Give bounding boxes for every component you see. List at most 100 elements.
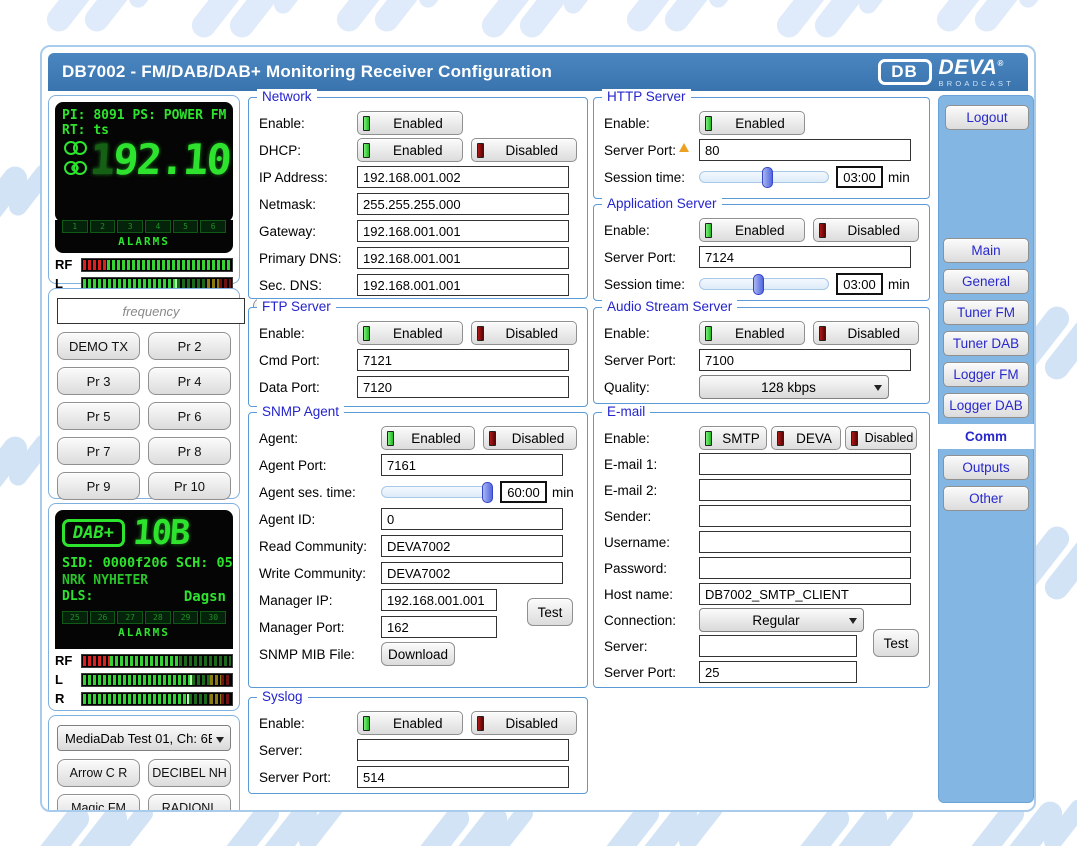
email1-field[interactable]: [699, 453, 911, 475]
snmp-session-slider[interactable]: [381, 486, 493, 498]
username-field[interactable]: [699, 531, 911, 553]
fm-alarm-cell: 4: [145, 220, 171, 233]
email-test-button[interactable]: Test: [873, 629, 919, 657]
host-name-field[interactable]: [699, 583, 911, 605]
chevron-down-icon: [849, 618, 857, 628]
http-enabled-button[interactable]: Enabled: [699, 111, 805, 135]
dhcp-disabled-button[interactable]: Disabled: [471, 138, 578, 162]
email-smtp-button[interactable]: SMTP: [699, 426, 767, 450]
dhcp-enabled-button[interactable]: Enabled: [357, 138, 463, 162]
app-enabled-button[interactable]: Enabled: [699, 218, 805, 242]
syslog-server-field[interactable]: [357, 739, 569, 761]
dab-preset-button[interactable]: DECIBEL NH: [148, 759, 231, 787]
http-session-slider[interactable]: [699, 171, 829, 183]
network-enabled-button[interactable]: Enabled: [357, 111, 463, 135]
snmp-mib-download-button[interactable]: Download: [381, 642, 455, 666]
fm-preset-button[interactable]: Pr 7: [57, 437, 140, 465]
deva-watermark: [350, 0, 470, 42]
email-deva-button[interactable]: DEVA: [771, 426, 841, 450]
nav-main[interactable]: Main: [943, 238, 1029, 263]
snmp-id-field[interactable]: [381, 508, 563, 530]
connection-select[interactable]: Regular: [699, 608, 864, 632]
red-led-icon: [819, 326, 826, 341]
green-led-icon: [705, 431, 712, 446]
dab-preset-button[interactable]: RADIONL: [148, 794, 231, 812]
dab-preset-button[interactable]: Arrow C R: [57, 759, 140, 787]
audio-port-label: Server Port:: [604, 353, 699, 368]
slider-thumb[interactable]: [753, 274, 764, 295]
dab-preset-button[interactable]: Magic FM: [57, 794, 140, 812]
app-disabled-button[interactable]: Disabled: [813, 218, 920, 242]
smtp-port-field[interactable]: [699, 661, 857, 683]
audio-enable-label: Enable:: [604, 326, 699, 341]
deva-watermark: [60, 0, 180, 42]
audio-disabled-button[interactable]: Disabled: [813, 321, 920, 345]
fm-alarm-cell: 6: [200, 220, 226, 233]
syslog-port-field[interactable]: [357, 766, 569, 788]
slider-thumb[interactable]: [482, 482, 493, 503]
fm-preset-button[interactable]: Pr 6: [148, 402, 231, 430]
snmp-session-value[interactable]: 60:00: [500, 481, 547, 503]
gateway-field[interactable]: [357, 220, 569, 242]
frequency-input[interactable]: [57, 298, 245, 324]
ftp-cmd-port-field[interactable]: [357, 349, 569, 371]
nav-general[interactable]: General: [943, 269, 1029, 294]
ftp-data-port-field[interactable]: [357, 376, 569, 398]
dab-rf-meter-label: RF: [55, 653, 75, 668]
syslog-enabled-button[interactable]: Enabled: [357, 711, 463, 735]
snmp-disabled-button[interactable]: Disabled: [483, 426, 577, 450]
password-field[interactable]: [699, 557, 911, 579]
ftp-enabled-button[interactable]: Enabled: [357, 321, 463, 345]
chevron-down-icon: [874, 385, 882, 395]
audio-port-field[interactable]: [699, 349, 911, 371]
snmp-enabled-button[interactable]: Enabled: [381, 426, 475, 450]
email-disabled-button[interactable]: Disabled: [845, 426, 917, 450]
snmp-port-field[interactable]: [381, 454, 563, 476]
syslog-disabled-button[interactable]: Disabled: [471, 711, 578, 735]
app-port-field[interactable]: [699, 246, 911, 268]
nav-logger-fm[interactable]: Logger FM: [943, 362, 1029, 387]
app-session-value[interactable]: 03:00: [836, 273, 883, 295]
http-port-field[interactable]: [699, 139, 911, 161]
fm-preset-button[interactable]: Pr 9: [57, 472, 140, 500]
snmp-read-field[interactable]: [381, 535, 563, 557]
fm-preset-button[interactable]: Pr 4: [148, 367, 231, 395]
nav-logger-dab[interactable]: Logger DAB: [943, 393, 1029, 418]
audio-enabled-button[interactable]: Enabled: [699, 321, 805, 345]
fm-preset-button[interactable]: Pr 2: [148, 332, 231, 360]
snmp-test-button[interactable]: Test: [527, 598, 573, 626]
fm-preset-button[interactable]: Pr 8: [148, 437, 231, 465]
dab-display-panel: DAB+ 10B SID: 0000f206 SCH: 05 NRK NYHET…: [48, 503, 240, 711]
host-name-label: Host name:: [604, 587, 699, 602]
ip-address-field[interactable]: [357, 166, 569, 188]
primary-dns-field[interactable]: [357, 247, 569, 269]
http-session-label: Session time:: [604, 170, 699, 185]
netmask-field[interactable]: [357, 193, 569, 215]
audio-quality-select[interactable]: 128 kbps: [699, 375, 889, 399]
http-session-value[interactable]: 03:00: [836, 166, 883, 188]
warning-icon: [679, 143, 689, 152]
nav-outputs[interactable]: Outputs: [943, 455, 1029, 480]
snmp-write-field[interactable]: [381, 562, 563, 584]
nav-comm[interactable]: Comm: [938, 424, 1034, 449]
sender-field[interactable]: [699, 505, 911, 527]
slider-thumb[interactable]: [762, 167, 773, 188]
logout-button[interactable]: Logout: [945, 105, 1029, 130]
ftp-disabled-button[interactable]: Disabled: [471, 321, 578, 345]
app-session-slider[interactable]: [699, 278, 829, 290]
fm-preset-button[interactable]: DEMO TX: [57, 332, 140, 360]
email2-field[interactable]: [699, 479, 911, 501]
snmp-manager-port-field[interactable]: [381, 616, 497, 638]
fm-preset-button[interactable]: Pr 5: [57, 402, 140, 430]
snmp-manager-ip-field[interactable]: [381, 589, 497, 611]
green-led-icon: [705, 326, 712, 341]
nav-tuner-fm[interactable]: Tuner FM: [943, 300, 1029, 325]
snmp-read-label: Read Community:: [259, 539, 381, 554]
nav-other[interactable]: Other: [943, 486, 1029, 511]
smtp-server-field[interactable]: [699, 635, 857, 657]
dab-ensemble-select[interactable]: MediaDab Test 01, Ch: 6B,...: [57, 725, 231, 751]
fm-preset-button[interactable]: Pr 10: [148, 472, 231, 500]
fm-preset-button[interactable]: Pr 3: [57, 367, 140, 395]
nav-tuner-dab[interactable]: Tuner DAB: [943, 331, 1029, 356]
secondary-dns-field[interactable]: [357, 274, 569, 296]
